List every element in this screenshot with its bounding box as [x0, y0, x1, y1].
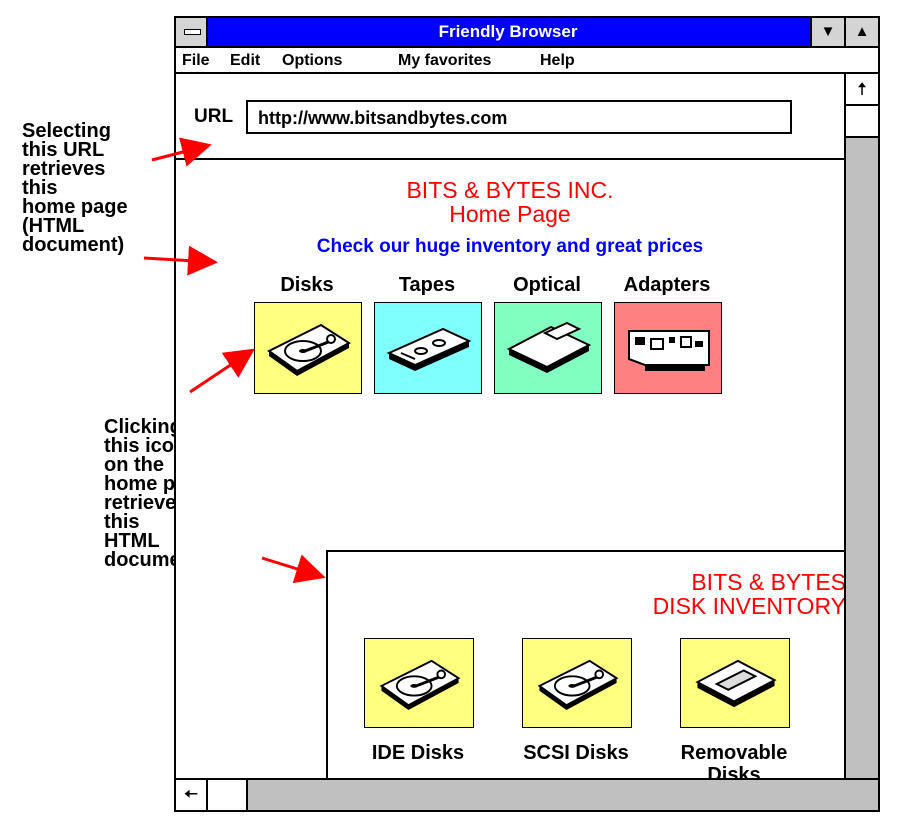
scroll-up-button[interactable]: 🠅 [846, 74, 878, 106]
browser-window: Friendly Browser ▼ ▲ File Edit Options M… [174, 16, 880, 812]
ide-disks-label: IDE Disks [371, 742, 465, 764]
title-line: DISK INVENTORY [652, 593, 844, 619]
minimize-button[interactable]: ▼ [810, 18, 844, 46]
vertical-scrollbar[interactable]: 🠅 [844, 74, 878, 780]
url-annotation: Selecting this URL retrieves this home p… [22, 121, 128, 256]
menu-options[interactable]: Options [282, 52, 342, 70]
window-title: Friendly Browser [438, 22, 578, 41]
title-line: BITS & BYTES INC. [406, 177, 614, 203]
hard-disk-icon [267, 323, 351, 376]
tape-icon [386, 327, 472, 371]
category-label-adapters: Adapters [623, 274, 711, 296]
removable-disks-button[interactable] [680, 638, 790, 728]
menu-help[interactable]: Help [540, 52, 575, 70]
triangle-down-icon: ▼ [820, 23, 836, 40]
menu-my-favorites[interactable]: My favorites [398, 52, 491, 70]
arrow-left-icon: 🠄 [183, 784, 199, 804]
disk-inventory-document: BITS & BYTES DISK INVENTORY IDE Disks SC… [326, 550, 844, 778]
system-menu-button[interactable] [176, 18, 208, 46]
minus-icon [184, 29, 201, 35]
arrow-up-icon: 🠅 [857, 79, 867, 99]
title-bar: Friendly Browser ▼ ▲ [176, 18, 878, 48]
horizontal-scrollbar[interactable]: 🠄 [176, 778, 878, 810]
ide-disks-button[interactable] [364, 638, 474, 728]
hard-disk-icon [379, 659, 461, 711]
note-line: document) [22, 234, 125, 256]
optical-disk-icon [506, 321, 592, 373]
tagline-link[interactable]: Check our huge inventory and great price… [176, 236, 844, 258]
removable-disks-label: Removable Disks [664, 742, 804, 778]
category-label-tapes: Tapes [398, 274, 456, 296]
disk-inventory-title: BITS & BYTES DISK INVENTORY [653, 570, 844, 618]
triangle-up-icon: ▲ [854, 23, 870, 40]
url-bar: URL http://www.bitsandbytes.com [176, 76, 844, 160]
title-line: Home Page [449, 201, 571, 227]
label-line: Disks [707, 764, 761, 778]
menu-edit[interactable]: Edit [230, 52, 260, 70]
vertical-scroll-thumb[interactable] [846, 106, 878, 138]
category-label-disks: Disks [280, 274, 334, 296]
tapes-category-button[interactable] [374, 302, 482, 394]
category-label-optical: Optical [513, 274, 581, 296]
horizontal-scroll-thumb[interactable] [208, 780, 248, 810]
adapters-category-button[interactable] [614, 302, 722, 394]
menu-file[interactable]: File [182, 52, 210, 70]
maximize-button[interactable]: ▲ [844, 18, 878, 46]
scsi-disks-button[interactable] [522, 638, 632, 728]
scsi-disks-label: SCSI Disks [523, 742, 629, 764]
optical-category-button[interactable] [494, 302, 602, 394]
url-input[interactable]: http://www.bitsandbytes.com [246, 100, 792, 134]
home-page-title: BITS & BYTES INC. Home Page [176, 178, 844, 226]
adapter-card-icon [628, 330, 710, 371]
scroll-left-button[interactable]: 🠄 [176, 780, 208, 810]
menu-bar: File Edit Options My favorites Help [176, 48, 878, 74]
removable-disk-icon [695, 659, 777, 708]
page-content: BITS & BYTES INC. Home Page Check our hu… [176, 162, 844, 778]
hard-disk-icon [537, 659, 619, 711]
label-line: Removable [680, 742, 788, 764]
url-label: URL [194, 106, 234, 127]
title-line: BITS & BYTES [691, 569, 844, 595]
disks-category-button[interactable] [254, 302, 362, 394]
